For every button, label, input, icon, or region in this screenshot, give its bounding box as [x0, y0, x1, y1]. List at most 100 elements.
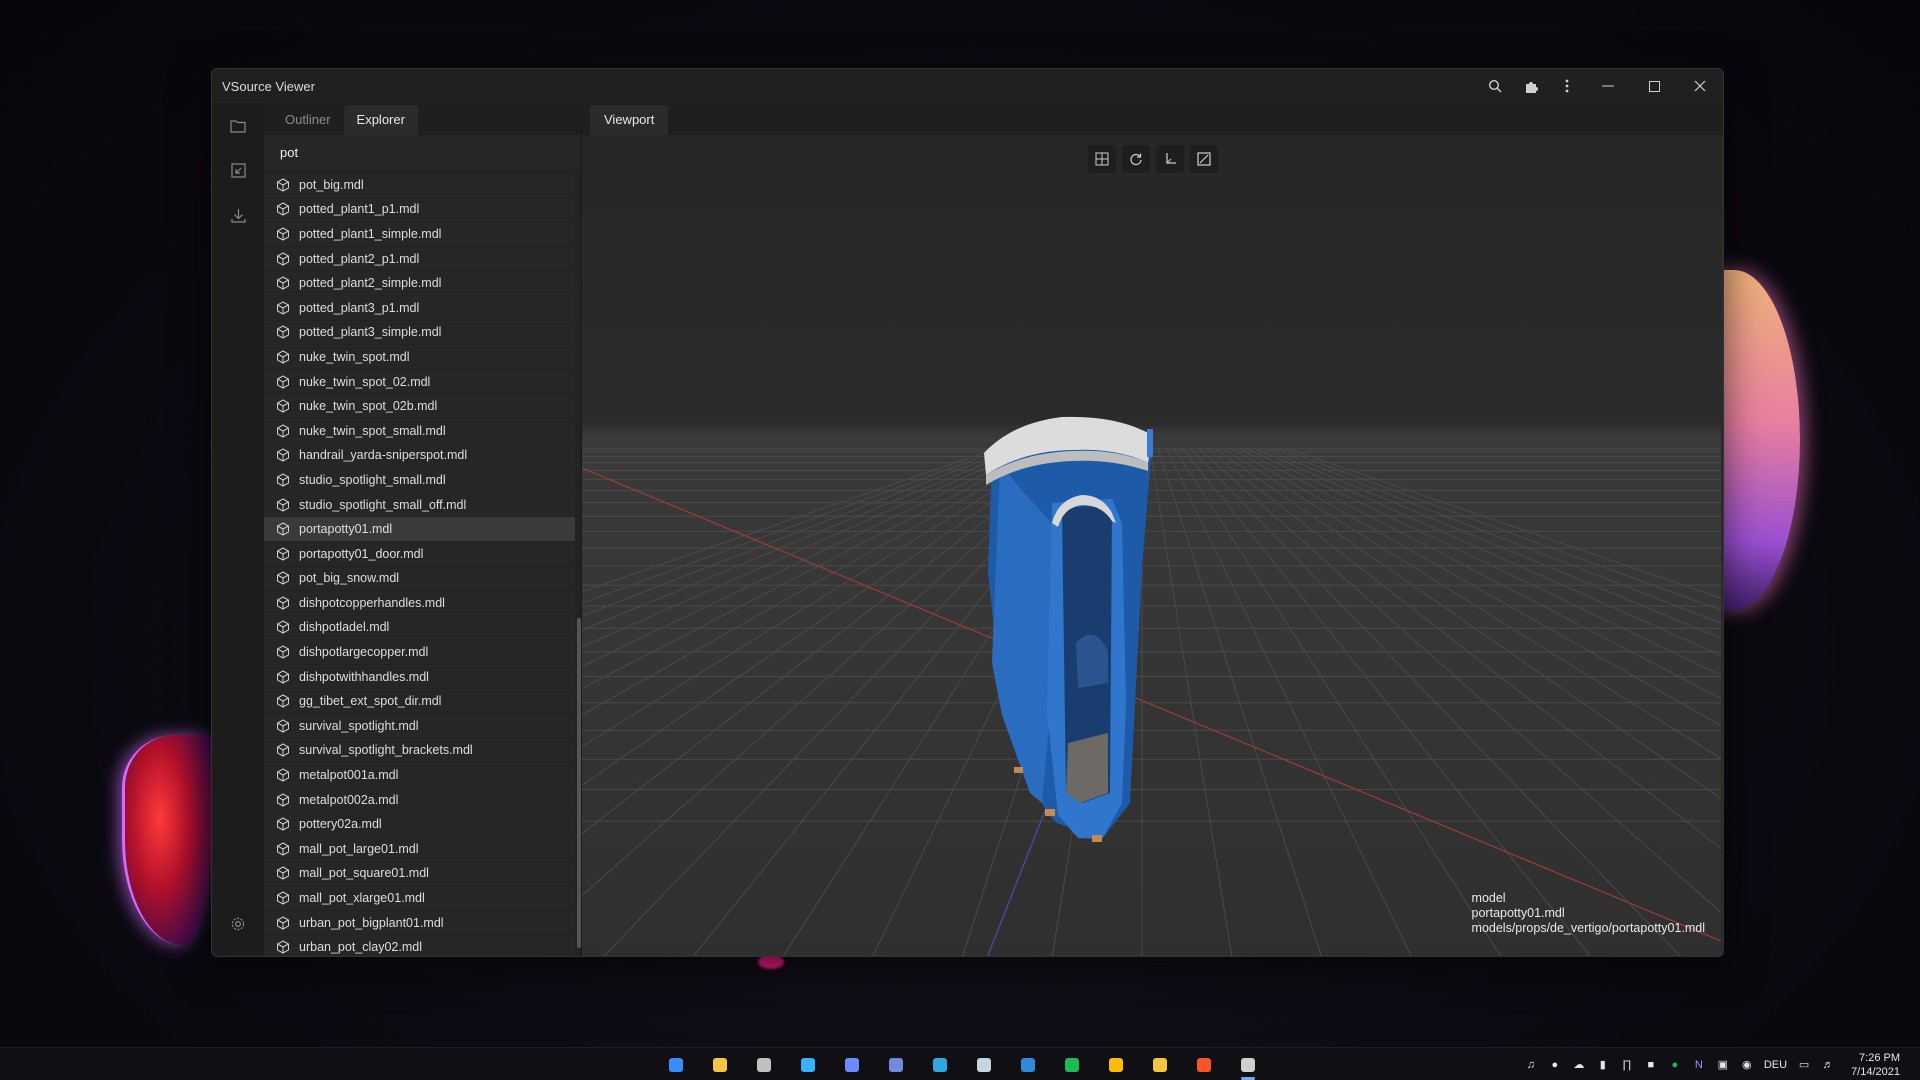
cloud-icon[interactable]: ☁: [1572, 1058, 1586, 1072]
discord-icon[interactable]: [880, 1049, 912, 1080]
list-item[interactable]: metalpot001a.mdl: [264, 763, 575, 788]
usb-icon[interactable]: ▮: [1596, 1058, 1610, 1072]
list-item-label: metalpot002a.mdl: [299, 792, 399, 807]
vscode-icon[interactable]: [1012, 1049, 1044, 1080]
edge-icon[interactable]: [924, 1049, 956, 1080]
list-item[interactable]: potted_plant1_p1.mdl: [264, 197, 575, 223]
list-item[interactable]: studio_spotlight_small.mdl: [264, 468, 575, 493]
list-scrollbar[interactable]: [577, 618, 581, 948]
spotify-icon[interactable]: [1056, 1049, 1088, 1080]
cube-icon: [277, 694, 289, 708]
list-item[interactable]: nuke_twin_spot_02.mdl: [264, 369, 575, 395]
app-icon-icon[interactable]: [836, 1049, 868, 1080]
list-item[interactable]: pot_big.mdl: [264, 173, 575, 198]
list-item[interactable]: potted_plant2_simple.mdl: [264, 271, 575, 296]
list-item-label: nuke_twin_spot_02.mdl: [299, 374, 431, 389]
cube-icon: [277, 743, 289, 758]
list-item[interactable]: nuke_twin_spot_small.mdl: [264, 418, 575, 444]
minimize-button[interactable]: [1585, 69, 1631, 103]
onenote-icon[interactable]: N: [1692, 1058, 1706, 1072]
list-item-label: metalpot001a.mdl: [299, 768, 399, 783]
app-tray-icon[interactable]: ▣: [1716, 1058, 1730, 1072]
list-item[interactable]: mall_pot_xlarge01.mdl: [264, 886, 575, 911]
maximize-button[interactable]: [1631, 69, 1677, 103]
list-item[interactable]: portapotty01_door.mdl: [264, 541, 575, 567]
cube-icon: [277, 252, 289, 266]
folder-icon[interactable]: [212, 103, 264, 148]
list-item[interactable]: nuke_twin_spot_02b.mdl: [264, 394, 575, 419]
close-button[interactable]: [1677, 69, 1723, 103]
list-item[interactable]: dishpotladel.mdl: [264, 615, 575, 641]
taskbar-apps: [660, 1048, 1264, 1080]
list-item[interactable]: dishpotwithhandles.mdl: [264, 664, 575, 690]
axes-icon[interactable]: [1155, 145, 1184, 173]
list-item[interactable]: dishpotcopperhandles.mdl: [264, 591, 575, 616]
search-input[interactable]: pot: [264, 135, 581, 169]
photoshop-icon[interactable]: [792, 1049, 824, 1080]
open-file-icon[interactable]: [212, 148, 264, 193]
list-item[interactable]: potted_plant3_simple.mdl: [264, 320, 575, 346]
list-item[interactable]: mall_pot_square01.mdl: [264, 861, 575, 887]
tab-outliner[interactable]: Outliner: [272, 105, 344, 135]
list-item[interactable]: mall_pot_large01.mdl: [264, 837, 575, 862]
volume-icon[interactable]: ♬: [1821, 1058, 1835, 1072]
list-item[interactable]: urban_pot_clay02.mdl: [264, 935, 575, 956]
list-item[interactable]: metalpot002a.mdl: [264, 787, 575, 813]
app-yellow-icon[interactable]: [1144, 1049, 1176, 1080]
list-item-label: potted_plant2_p1.mdl: [299, 251, 420, 266]
list-item[interactable]: pot_big_snow.mdl: [264, 566, 575, 592]
fit-view-icon[interactable]: [1189, 145, 1218, 173]
list-item[interactable]: survival_spotlight_brackets.mdl: [264, 738, 575, 764]
list-item[interactable]: potted_plant2_p1.mdl: [264, 246, 575, 272]
info-path: models/props/de_vertigo/portapotty01.mdl: [1471, 921, 1705, 935]
list-item-label: studio_spotlight_small_off.mdl: [299, 497, 467, 512]
more-options-icon[interactable]: [1549, 69, 1585, 103]
nvidia-icon[interactable]: ■: [1644, 1058, 1658, 1072]
headset-icon[interactable]: ♫: [1524, 1058, 1538, 1072]
info-type: model: [1471, 891, 1506, 905]
puzzle-extensions-icon[interactable]: [1513, 69, 1549, 103]
model-info: model portapotty01.mdl models/props/de_v…: [1472, 891, 1705, 936]
steam-tray-icon[interactable]: ●: [1548, 1058, 1562, 1072]
list-item[interactable]: survival_spotlight.mdl: [264, 714, 575, 739]
language-indicator[interactable]: DEU: [1764, 1059, 1787, 1071]
windows-start-icon[interactable]: [660, 1049, 692, 1080]
cube-icon: [277, 645, 289, 659]
dev-tool-icon[interactable]: [1232, 1049, 1264, 1080]
grid-toggle-icon[interactable]: [1087, 145, 1116, 173]
search-icon[interactable]: [1477, 69, 1513, 103]
brave-icon[interactable]: [1188, 1049, 1220, 1080]
rotate-icon[interactable]: [1121, 145, 1150, 173]
steam-icon[interactable]: [968, 1049, 1000, 1080]
list-item[interactable]: portapotty01.mdl: [264, 517, 575, 542]
list-item[interactable]: handrail_yarda-sniperspot.mdl: [264, 443, 575, 469]
list-item-label: potted_plant1_p1.mdl: [299, 202, 420, 217]
spotify-tray-icon[interactable]: ●: [1668, 1058, 1682, 1072]
microphone-icon[interactable]: ◉: [1740, 1058, 1754, 1072]
download-icon[interactable]: [212, 193, 264, 238]
3d-scene[interactable]: [582, 103, 1721, 956]
bluetooth-icon[interactable]: ∏: [1620, 1058, 1634, 1072]
list-item[interactable]: gg_tibet_ext_spot_dir.mdl: [264, 689, 575, 715]
list-item[interactable]: potted_plant3_p1.mdl: [264, 295, 575, 321]
list-item[interactable]: pottery02a.mdl: [264, 812, 575, 838]
network-icon[interactable]: ▭: [1797, 1058, 1811, 1072]
window-title: VSource Viewer: [222, 78, 315, 94]
list-item[interactable]: potted_plant1_simple.mdl: [264, 222, 575, 247]
gear-icon[interactable]: [212, 901, 264, 946]
list-item-label: mall_pot_large01.mdl: [299, 841, 419, 856]
file-explorer-icon[interactable]: [704, 1049, 736, 1080]
list-item[interactable]: dishpotlargecopper.mdl: [264, 640, 575, 665]
cube-icon: [277, 596, 289, 610]
list-item-label: nuke_twin_spot_small.mdl: [299, 423, 446, 438]
tab-explorer[interactable]: Explorer: [343, 105, 418, 135]
terminal-icon[interactable]: [748, 1049, 780, 1080]
clock[interactable]: 7:26 PM 7/14/2021: [1851, 1051, 1900, 1079]
list-item[interactable]: nuke_twin_spot.mdl: [264, 345, 575, 370]
list-item[interactable]: studio_spotlight_small_off.mdl: [264, 492, 575, 518]
chrome-icon[interactable]: [1100, 1049, 1132, 1080]
list-item[interactable]: urban_pot_bigplant01.mdl: [264, 910, 575, 936]
list-item-label: portapotty01.mdl: [299, 522, 393, 537]
cube-icon: [277, 620, 289, 635]
cube-icon: [277, 866, 289, 880]
